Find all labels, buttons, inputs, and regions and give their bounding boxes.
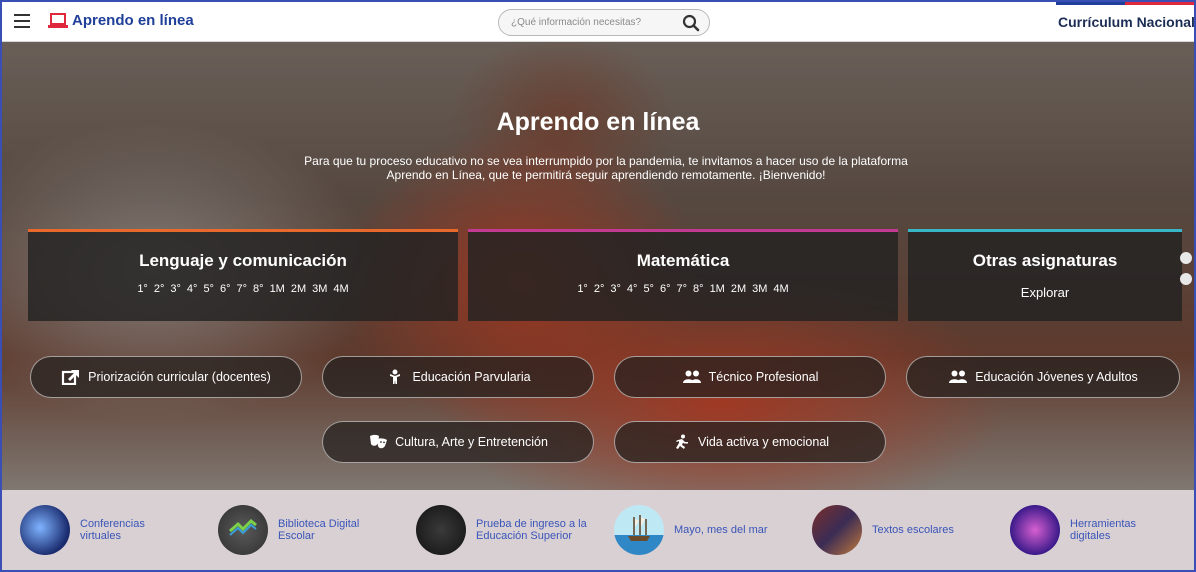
grade-link[interactable]: 7° — [237, 283, 248, 295]
grade-link[interactable]: 7° — [677, 283, 688, 295]
priorizacion-curricular-button[interactable]: Priorización curricular (docentes) — [30, 356, 302, 398]
tecnico-profesional-button[interactable]: Técnico Profesional — [614, 356, 886, 398]
grade-link[interactable]: 4° — [627, 283, 638, 295]
grade-link[interactable]: 8° — [693, 283, 704, 295]
child-icon — [390, 369, 401, 384]
hero-title: Aprendo en línea — [496, 108, 700, 136]
grade-link[interactable]: 6° — [220, 283, 231, 295]
button-label: Educación Jóvenes y Adultos — [975, 370, 1138, 384]
featured-links-strip: Conferencias virtuales Biblioteca Digita… — [2, 490, 1194, 570]
grade-link[interactable]: 3M — [752, 283, 767, 295]
card-title[interactable]: Otras asignaturas — [908, 251, 1182, 271]
external-link-icon — [62, 370, 80, 385]
search-input[interactable]: ¿Qué información necesitas? — [511, 17, 641, 28]
strip-label: Prueba de ingreso a la Educación Superio… — [476, 518, 587, 542]
running-icon — [675, 434, 688, 449]
explore-link[interactable]: Explorar — [908, 285, 1182, 300]
button-label: Educación Parvularia — [412, 370, 531, 384]
hero-banner: Aprendo en línea Para que tu proceso edu… — [2, 42, 1194, 490]
button-label: Priorización curricular (docentes) — [88, 370, 271, 384]
card-matematica: Matemática 1° 2° 3° 4° 5° 6° 7° 8° 1M 2M 3M 4M — [468, 229, 898, 321]
grade-link[interactable]: 2° — [594, 283, 605, 295]
menu-icon[interactable] — [14, 14, 30, 28]
cultura-arte-button[interactable]: Cultura, Arte y Entretención — [322, 421, 594, 463]
strip-label: Textos escolares — [872, 524, 954, 536]
brand-flag-line — [1056, 2, 1194, 5]
grade-link[interactable]: 5° — [203, 283, 214, 295]
grade-link[interactable]: 6° — [660, 283, 671, 295]
ship-thumbnail — [614, 505, 664, 555]
ship-icon — [628, 515, 650, 541]
conferencias-virtuales-link[interactable]: Conferencias virtuales — [20, 504, 176, 556]
grade-link[interactable]: 5° — [643, 283, 654, 295]
page-frame: Aprendo en línea ¿Qué información necesi… — [0, 0, 1196, 572]
grade-link[interactable]: 4M — [773, 283, 788, 295]
biblioteca-digital-link[interactable]: Biblioteca Digital Escolar — [218, 504, 378, 556]
carousel-controls — [1180, 252, 1192, 294]
vida-activa-button[interactable]: Vida activa y emocional — [614, 421, 886, 463]
educacion-parvularia-button[interactable]: Educación Parvularia — [322, 356, 594, 398]
strip-label: Biblioteca Digital Escolar — [278, 518, 360, 542]
grade-link[interactable]: 1M — [270, 283, 285, 295]
card-lenguaje: Lenguaje y comunicación 1° 2° 3° 4° 5° 6° 7° 8°… — [28, 229, 458, 321]
mes-del-mar-link[interactable]: Mayo, mes del mar — [614, 504, 784, 556]
conferences-thumbnail — [20, 505, 70, 555]
card-otras-asignaturas: Otras asignaturas Explorar — [908, 229, 1182, 321]
educacion-jovenes-adultos-button[interactable]: Educación Jóvenes y Adultos — [906, 356, 1180, 398]
grade-link[interactable]: 1M — [710, 283, 725, 295]
grade-link[interactable]: 3M — [312, 283, 327, 295]
card-title[interactable]: Matemática — [468, 251, 898, 271]
grade-link[interactable]: 8° — [253, 283, 264, 295]
carousel-dot[interactable] — [1180, 273, 1192, 285]
herramientas-digitales-link[interactable]: Herramientas digitales — [1010, 504, 1170, 556]
hero-subtitle: Para que tu proceso educativo no se vea … — [304, 154, 908, 182]
button-label: Cultura, Arte y Entretención — [395, 435, 548, 449]
strip-label: Conferencias virtuales — [80, 518, 145, 542]
button-label: Vida activa y emocional — [697, 435, 830, 449]
prueba-ingreso-link[interactable]: Prueba de ingreso a la Educación Superio… — [416, 504, 596, 556]
textos-escolares-link[interactable]: Textos escolares — [812, 504, 972, 556]
library-logo-icon — [229, 518, 257, 536]
strip-label: Herramientas digitales — [1070, 518, 1137, 542]
digital-tools-thumbnail — [1010, 505, 1060, 555]
grade-link[interactable]: 1° — [577, 283, 588, 295]
top-bar: Aprendo en línea ¿Qué información necesi… — [2, 2, 1194, 42]
grade-link[interactable]: 4° — [187, 283, 198, 295]
chalkboard-thumbnail — [416, 505, 466, 555]
library-logo-thumbnail — [218, 505, 268, 555]
carousel-dot[interactable] — [1180, 252, 1192, 264]
button-label: Técnico Profesional — [708, 370, 819, 384]
grade-list: 1° 2° 3° 4° 5° 6° 7° 8° 1M 2M 3M 4M — [28, 283, 458, 295]
users-icon — [682, 370, 701, 383]
site-logo[interactable]: Aprendo en línea — [72, 12, 194, 29]
grade-link[interactable]: 3° — [610, 283, 621, 295]
grade-link[interactable]: 2M — [731, 283, 746, 295]
curriculum-nacional-link[interactable]: Currículum Nacional — [1058, 14, 1194, 30]
theater-masks-icon — [370, 434, 388, 449]
card-title[interactable]: Lenguaje y comunicación — [28, 251, 458, 271]
grade-link[interactable]: 2M — [291, 283, 306, 295]
grade-list: 1° 2° 3° 4° 5° 6° 7° 8° 1M 2M 3M 4M — [468, 283, 898, 295]
users-icon — [949, 370, 968, 383]
strip-label: Mayo, mes del mar — [674, 524, 768, 536]
grade-link[interactable]: 2° — [154, 283, 165, 295]
laptop-icon — [48, 13, 68, 28]
grade-link[interactable]: 3° — [170, 283, 181, 295]
search-bar[interactable]: ¿Qué información necesitas? — [498, 9, 710, 36]
grade-link[interactable]: 4M — [333, 283, 348, 295]
grade-link[interactable]: 1° — [137, 283, 148, 295]
search-icon[interactable] — [682, 14, 700, 32]
books-thumbnail — [812, 505, 862, 555]
